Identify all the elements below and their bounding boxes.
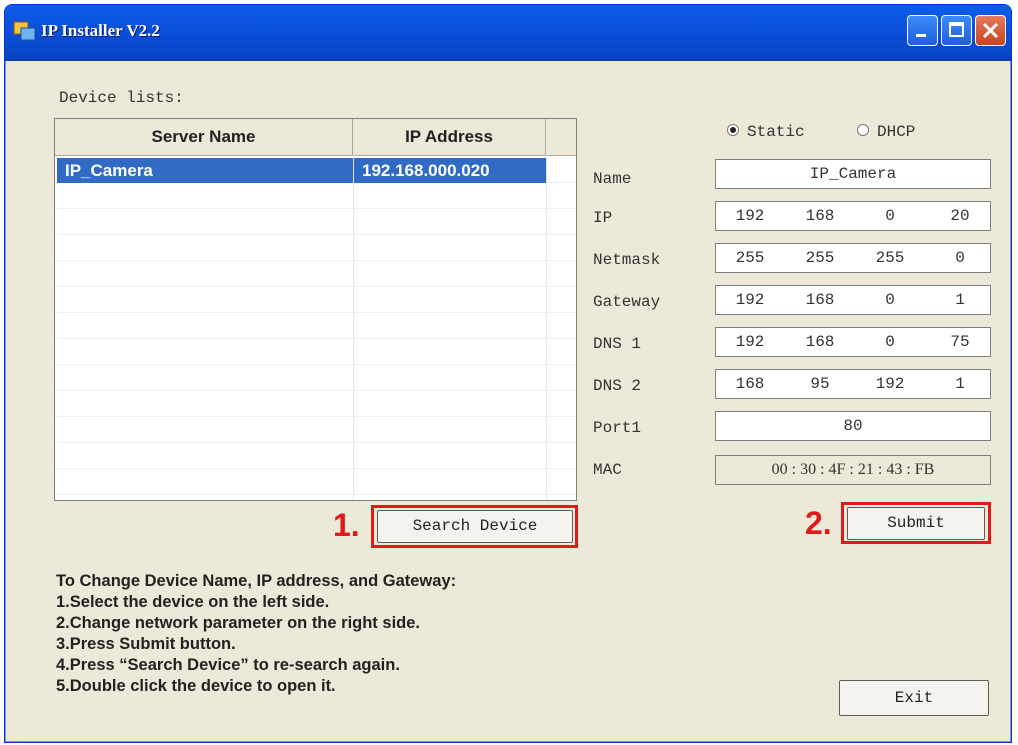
instruction-line: 3.Press Submit button. xyxy=(56,635,236,653)
port1-label: Port1 xyxy=(593,419,642,437)
column-ip-address[interactable]: IP Address xyxy=(353,119,546,155)
dns2-octet-1[interactable]: 168 xyxy=(720,375,780,393)
ip-octet-3[interactable]: 0 xyxy=(860,207,920,225)
ip-field[interactable]: 192 168 0 20 xyxy=(715,201,991,231)
maximize-icon xyxy=(949,22,964,37)
ip-octet-4[interactable]: 20 xyxy=(930,207,990,225)
device-list-header: Server Name IP Address xyxy=(55,119,576,156)
empty-row xyxy=(55,366,576,391)
dns2-octet-2[interactable]: 95 xyxy=(790,375,850,393)
name-label: Name xyxy=(593,170,632,188)
name-value: IP_Camera xyxy=(809,165,897,183)
minimize-button[interactable] xyxy=(907,15,938,46)
close-button[interactable] xyxy=(975,15,1006,46)
dhcp-radio[interactable]: DHCP xyxy=(857,123,915,141)
search-highlight-box xyxy=(371,505,578,548)
ip-label: IP xyxy=(593,209,613,227)
device-row-ip-camera[interactable]: IP_Camera 192.168.000.020 xyxy=(55,158,576,183)
empty-row xyxy=(55,314,576,339)
radio-selected-icon xyxy=(727,123,739,136)
gateway-field[interactable]: 192 168 0 1 xyxy=(715,285,991,315)
netmask-octet-2[interactable]: 255 xyxy=(790,249,850,267)
static-label: Static xyxy=(747,123,805,141)
submit-highlight-box xyxy=(841,502,991,544)
instructions-heading: To Change Device Name, IP address, and G… xyxy=(56,572,457,590)
empty-row xyxy=(55,262,576,287)
empty-row xyxy=(55,392,576,417)
dns1-octet-4[interactable]: 75 xyxy=(930,333,990,351)
instruction-line: 2.Change network parameter on the right … xyxy=(56,614,420,632)
dhcp-label: DHCP xyxy=(877,123,916,141)
instruction-line: 4.Press “Search Device” to re-search aga… xyxy=(56,656,400,674)
empty-row xyxy=(55,210,576,235)
netmask-octet-1[interactable]: 255 xyxy=(720,249,780,267)
name-field[interactable]: IP_Camera xyxy=(715,159,991,189)
title-bar[interactable]: IP Installer V2.2 xyxy=(5,5,1011,61)
instructions: To Change Device Name, IP address, and G… xyxy=(56,571,456,697)
empty-row xyxy=(55,236,576,261)
device-list[interactable]: Server Name IP Address IP_Camera 192.168… xyxy=(54,118,577,501)
instruction-line: 1.Select the device on the left side. xyxy=(56,593,330,611)
device-ip-address: 192.168.000.020 xyxy=(354,158,546,183)
minimize-icon xyxy=(916,34,926,37)
static-radio[interactable]: Static xyxy=(727,123,805,141)
empty-row xyxy=(55,340,576,365)
ip-octet-2[interactable]: 168 xyxy=(790,207,850,225)
netmask-field[interactable]: 255 255 255 0 xyxy=(715,243,991,273)
step-1-annotation: 1. xyxy=(333,507,360,543)
dns2-octet-3[interactable]: 192 xyxy=(860,375,920,393)
dns1-label: DNS 1 xyxy=(593,335,642,353)
dns2-label: DNS 2 xyxy=(593,377,642,395)
empty-row xyxy=(55,288,576,313)
device-list-label: Device lists: xyxy=(59,89,184,107)
app-window: IP Installer V2.2 Device lists: Server N… xyxy=(4,4,1012,743)
port1-field[interactable]: 80 xyxy=(715,411,991,441)
dns1-octet-2[interactable]: 168 xyxy=(790,333,850,351)
gateway-octet-4[interactable]: 1 xyxy=(930,291,990,309)
device-server-name: IP_Camera xyxy=(57,158,353,183)
gateway-octet-2[interactable]: 168 xyxy=(790,291,850,309)
instruction-line: 5.Double click the device to open it. xyxy=(56,677,336,695)
column-server-name[interactable]: Server Name xyxy=(55,119,353,155)
netmask-octet-3[interactable]: 255 xyxy=(860,249,920,267)
gateway-label: Gateway xyxy=(593,293,661,311)
mac-value: 00 : 30 : 4F : 21 : 43 : FB xyxy=(771,461,935,478)
netmask-octet-4[interactable]: 0 xyxy=(930,249,990,267)
dns1-octet-3[interactable]: 0 xyxy=(860,333,920,351)
dns1-octet-1[interactable]: 192 xyxy=(720,333,780,351)
ip-installer-icon xyxy=(13,19,37,43)
window-title: IP Installer V2.2 xyxy=(41,21,160,40)
empty-row xyxy=(55,184,576,209)
exit-button[interactable]: Exit xyxy=(839,680,989,716)
step-2-annotation: 2. xyxy=(805,505,832,541)
netmask-label: Netmask xyxy=(593,251,661,269)
mac-field: 00 : 30 : 4F : 21 : 43 : FB xyxy=(715,455,991,485)
empty-row xyxy=(55,444,576,469)
close-icon xyxy=(982,22,999,39)
ip-octet-1[interactable]: 192 xyxy=(720,207,780,225)
gateway-octet-1[interactable]: 192 xyxy=(720,291,780,309)
radio-unselected-icon xyxy=(857,123,869,136)
maximize-button[interactable] xyxy=(941,15,972,46)
empty-row xyxy=(55,470,576,495)
gateway-octet-3[interactable]: 0 xyxy=(860,291,920,309)
mac-label: MAC xyxy=(593,461,622,479)
empty-row xyxy=(55,418,576,443)
dns1-field[interactable]: 192 168 0 75 xyxy=(715,327,991,357)
dns2-octet-4[interactable]: 1 xyxy=(930,375,990,393)
port1-value: 80 xyxy=(843,417,863,435)
dns2-field[interactable]: 168 95 192 1 xyxy=(715,369,991,399)
